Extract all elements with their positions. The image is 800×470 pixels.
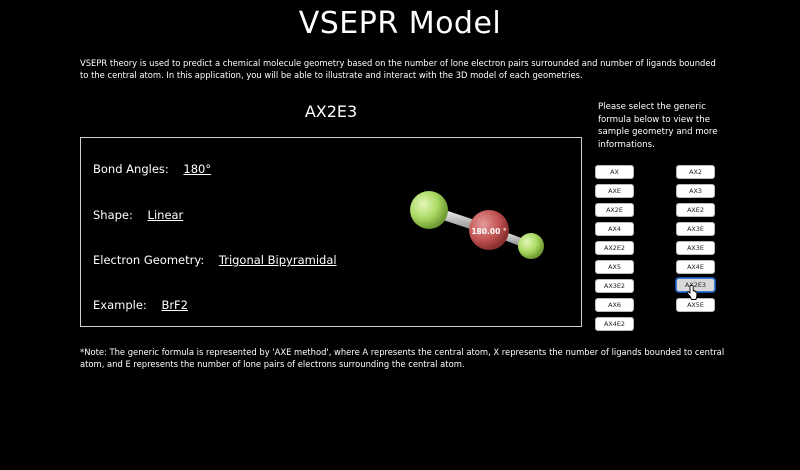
formula-button-ax4e2[interactable]: AX4E2 [595, 317, 634, 331]
ligand-atom-left [410, 191, 448, 229]
formula-button-ax6[interactable]: AX6 [595, 298, 634, 312]
formula-button-ax3e-b[interactable]: AX3E [676, 241, 715, 255]
formula-button-ax4[interactable]: AX4 [595, 222, 634, 236]
formula-button-ax[interactable]: AX [595, 165, 634, 179]
example-value[interactable]: BrF2 [161, 298, 188, 312]
note-text: *Note: The generic formula is represente… [80, 347, 725, 369]
selected-formula-heading: AX2E3 [304, 102, 358, 121]
shape-row: Shape: Linear [93, 208, 183, 222]
sidebar-instructions: Please select the generic formula below … [598, 102, 718, 150]
shape-label: Shape: [93, 208, 133, 222]
formula-button-ax2[interactable]: AX2 [676, 165, 715, 179]
formula-button-ax2e2[interactable]: AX2E2 [595, 241, 634, 255]
geometry-info-panel: Bond Angles: 180° Shape: Linear Electron… [80, 137, 582, 327]
formula-button-ax3[interactable]: AX3 [676, 184, 715, 198]
formula-button-ax3e2[interactable]: AX3E2 [595, 279, 634, 293]
bond-angles-value[interactable]: 180° [183, 162, 211, 176]
bond-angles-label: Bond Angles: [93, 162, 169, 176]
hand-cursor-icon [686, 285, 698, 300]
example-label: Example: [93, 298, 147, 312]
example-row: Example: BrF2 [93, 298, 188, 312]
formula-button-ax4e[interactable]: AX4E [676, 260, 715, 274]
formula-button-ax3e-a[interactable]: AX3E [676, 222, 715, 236]
electron-geometry-value[interactable]: Trigonal Bipyramidal [219, 253, 337, 267]
electron-geometry-row: Electron Geometry: Trigonal Bipyramidal [93, 253, 337, 267]
molecule-3d-viewer[interactable]: 180.00 ° [401, 188, 561, 278]
ligand-atom-right [518, 233, 544, 259]
formula-button-axe[interactable]: AXE [595, 184, 634, 198]
formula-button-ax5[interactable]: AX5 [595, 260, 634, 274]
shape-value[interactable]: Linear [148, 208, 184, 222]
page-title: VSEPR Model [298, 6, 502, 41]
formula-button-axe2[interactable]: AXE2 [676, 203, 715, 217]
bond-angle-label: 180.00 ° [471, 227, 507, 236]
intro-text: VSEPR theory is used to predict a chemic… [80, 58, 716, 80]
bond-angles-row: Bond Angles: 180° [93, 162, 211, 176]
electron-geometry-label: Electron Geometry: [93, 253, 205, 267]
formula-button-ax2e[interactable]: AX2E [595, 203, 634, 217]
